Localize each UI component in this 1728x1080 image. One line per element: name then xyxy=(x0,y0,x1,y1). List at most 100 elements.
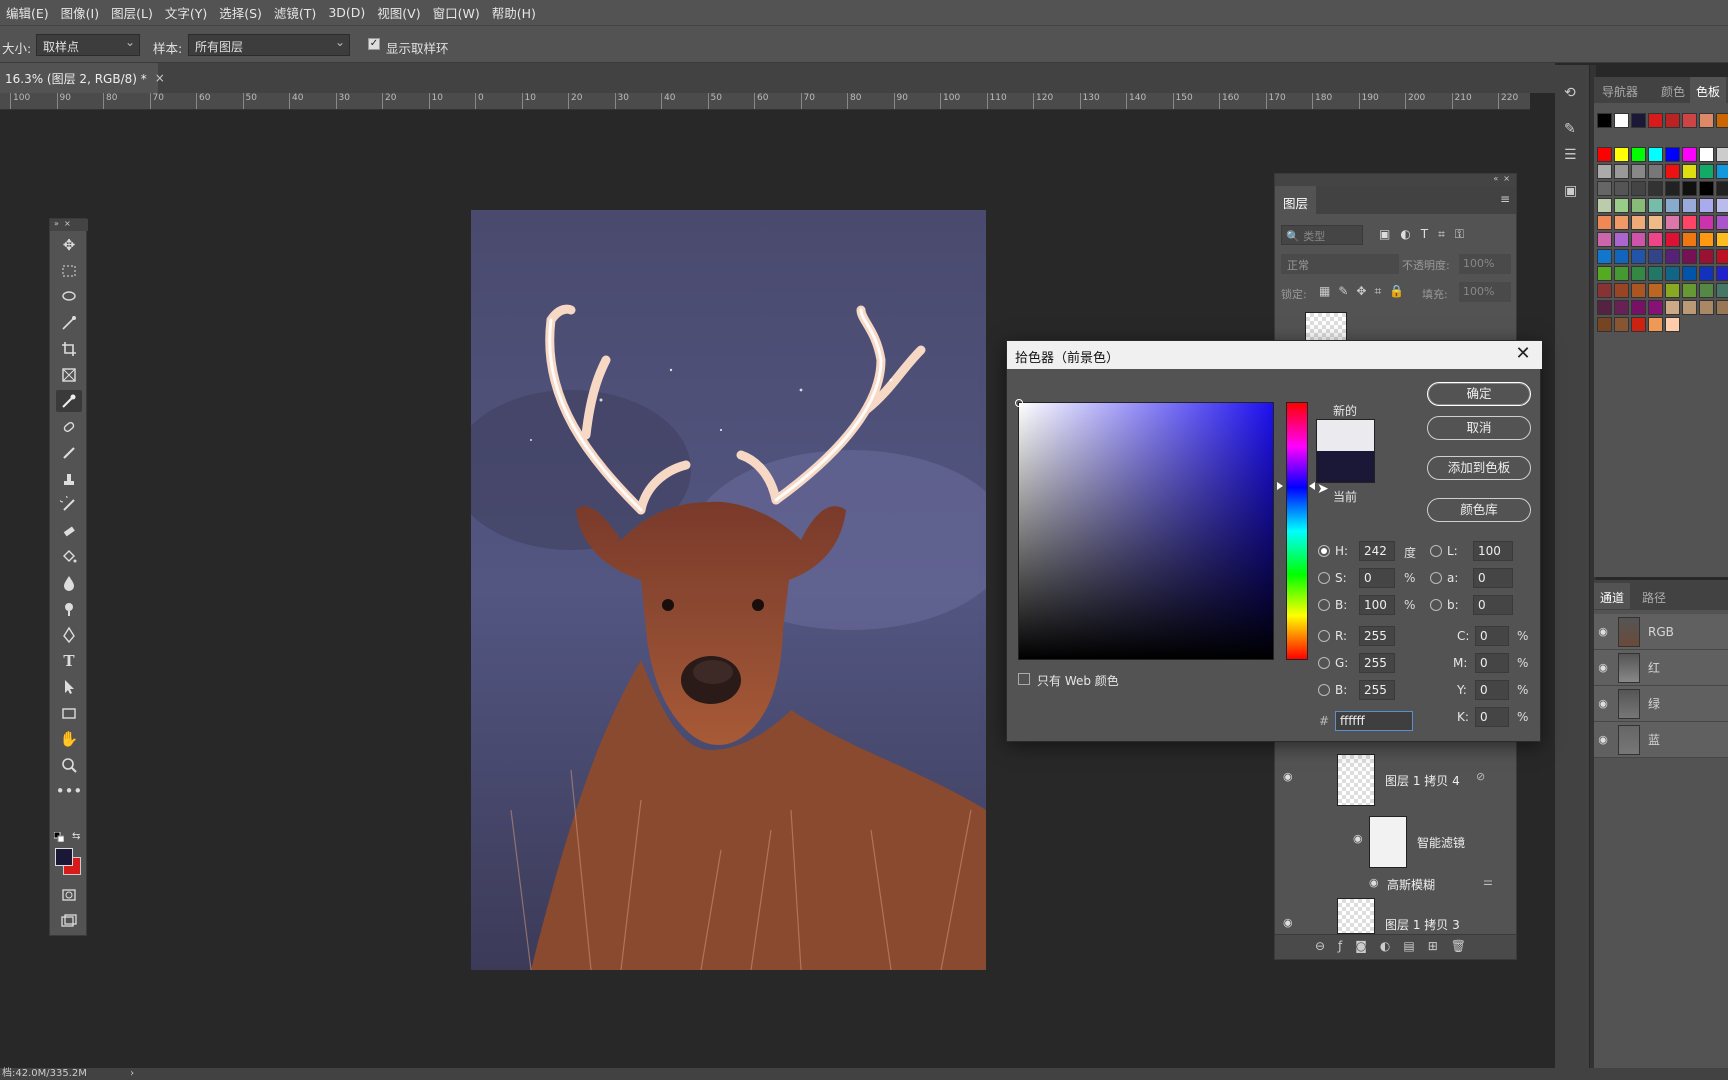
color-swatch[interactable] xyxy=(1665,164,1680,179)
layer-filter-select[interactable]: 🔍 类型 xyxy=(1281,225,1363,245)
cancel-button[interactable]: 取消 xyxy=(1427,416,1531,440)
color-swatch[interactable] xyxy=(1597,249,1612,264)
color-swatch[interactable] xyxy=(1631,317,1646,332)
history-icon[interactable]: ⟲ xyxy=(1564,85,1576,101)
tab-channels[interactable]: 通道 xyxy=(1594,583,1631,609)
move-tool-icon[interactable]: ✥ xyxy=(56,234,82,256)
color-swatch[interactable] xyxy=(1648,164,1663,179)
color-swatch[interactable] xyxy=(1597,181,1612,196)
color-swatch[interactable] xyxy=(1597,113,1612,128)
layers-panel-header[interactable]: « × xyxy=(1275,174,1516,186)
filter-row[interactable]: ◉ 高斯模糊 ⚌ xyxy=(1275,872,1505,894)
type-tool-icon[interactable]: T xyxy=(56,650,82,672)
smart-filter-row[interactable]: ◉ 智能滤镜 xyxy=(1275,812,1505,872)
paint-bucket-tool-icon[interactable] xyxy=(56,546,82,568)
blend-mode-select[interactable]: 正常 xyxy=(1281,254,1399,274)
color-swatch[interactable] xyxy=(1716,249,1728,264)
color-swatch[interactable] xyxy=(1682,266,1697,281)
zoom-tool-icon[interactable] xyxy=(56,754,82,776)
color-swatch[interactable] xyxy=(1665,181,1680,196)
layer-actions-bar[interactable]: ⊖ƒ◙◐▤⊞🗑 xyxy=(1275,934,1516,959)
color-swatch[interactable] xyxy=(1699,215,1714,230)
color-swatch[interactable] xyxy=(1699,300,1714,315)
dialog-title-bar[interactable]: 拾色器（前景色） xyxy=(1007,341,1542,369)
a-field[interactable]: 0 xyxy=(1473,568,1513,588)
channel-row-red[interactable]: ◉ 红 xyxy=(1594,650,1728,686)
color-swatch[interactable] xyxy=(1597,300,1612,315)
lasso-tool-icon[interactable] xyxy=(56,286,82,308)
lab-b-radio[interactable] xyxy=(1430,599,1442,611)
menu-image[interactable]: 图像(I) xyxy=(55,3,105,22)
color-swatch[interactable] xyxy=(1614,232,1629,247)
color-swatch[interactable] xyxy=(1716,232,1728,247)
color-swatch[interactable] xyxy=(1716,164,1728,179)
color-swatch[interactable] xyxy=(1648,283,1663,298)
saturation-brightness-field[interactable] xyxy=(1015,399,1274,660)
properties-icon[interactable]: ▣ xyxy=(1564,183,1577,199)
color-swatch[interactable] xyxy=(1699,181,1714,196)
color-swatch[interactable] xyxy=(1699,164,1714,179)
color-swatch[interactable] xyxy=(1614,147,1629,162)
a-radio[interactable] xyxy=(1430,572,1442,584)
color-swatch[interactable] xyxy=(1631,266,1646,281)
color-swatch[interactable] xyxy=(1665,215,1680,230)
color-swatch[interactable] xyxy=(1716,147,1728,162)
color-swatch[interactable] xyxy=(1631,147,1646,162)
healing-brush-tool-icon[interactable] xyxy=(56,416,82,438)
color-swatch[interactable] xyxy=(1597,215,1612,230)
web-colors-checkbox[interactable] xyxy=(1018,673,1030,685)
color-swatch[interactable] xyxy=(1716,215,1728,230)
h-radio[interactable] xyxy=(1318,545,1330,557)
color-swatch[interactable] xyxy=(1631,232,1646,247)
color-swatch[interactable] xyxy=(1631,198,1646,213)
color-swatch[interactable] xyxy=(1631,300,1646,315)
color-swatch[interactable] xyxy=(1716,181,1728,196)
eye-icon[interactable]: ◉ xyxy=(1283,916,1293,929)
menu-layer[interactable]: 图层(L) xyxy=(105,3,159,22)
channel-row-green[interactable]: ◉ 绿 xyxy=(1594,686,1728,722)
eye-icon[interactable]: ◉ xyxy=(1283,770,1293,783)
eye-icon[interactable]: ◉ xyxy=(1594,625,1612,638)
frame-tool-icon[interactable] xyxy=(56,364,82,386)
pen-tool-icon[interactable] xyxy=(56,624,82,646)
color-swatch[interactable] xyxy=(1699,198,1714,213)
color-swatch[interactable] xyxy=(1614,181,1629,196)
quick-mask-icon[interactable] xyxy=(56,884,82,906)
color-swatch[interactable] xyxy=(1597,266,1612,281)
color-swatch[interactable] xyxy=(1648,249,1663,264)
color-swatch[interactable] xyxy=(1614,215,1629,230)
green-field[interactable]: 255 xyxy=(1359,653,1395,673)
menu-3d[interactable]: 3D(D) xyxy=(322,5,371,20)
color-swatch[interactable] xyxy=(1665,113,1680,128)
hue-slider-right-arrow[interactable] xyxy=(1309,482,1315,490)
color-swatch[interactable] xyxy=(1597,232,1612,247)
color-swatch[interactable] xyxy=(1631,113,1646,128)
eye-icon[interactable]: ◉ xyxy=(1369,876,1379,889)
tab-paths[interactable]: 路径 xyxy=(1636,583,1672,609)
color-swatch[interactable] xyxy=(1716,300,1728,315)
fill-field[interactable]: 100% xyxy=(1459,282,1511,302)
color-swatch[interactable] xyxy=(1699,249,1714,264)
sample-size-select[interactable]: 取样点 xyxy=(36,34,140,56)
color-swatch[interactable] xyxy=(1699,113,1714,128)
tab-layers[interactable]: 图层 xyxy=(1275,186,1317,214)
color-swatch[interactable] xyxy=(1682,181,1697,196)
color-swatch[interactable] xyxy=(1648,147,1663,162)
history-brush-tool-icon[interactable] xyxy=(56,494,82,516)
eye-icon[interactable]: ◉ xyxy=(1353,832,1363,845)
color-swatch[interactable] xyxy=(1631,283,1646,298)
color-swatch[interactable] xyxy=(1682,215,1697,230)
path-selection-tool-icon[interactable] xyxy=(56,676,82,698)
yellow-field[interactable]: 0 xyxy=(1475,680,1509,700)
saturation-field[interactable]: 0 xyxy=(1359,568,1395,588)
tab-swatches[interactable]: 色板 xyxy=(1690,77,1727,103)
eye-icon[interactable]: ◉ xyxy=(1594,697,1612,710)
lightness-field[interactable]: 100 xyxy=(1473,541,1513,561)
color-swatch[interactable] xyxy=(1665,147,1680,162)
document-tab-close[interactable]: × xyxy=(155,71,165,85)
color-swatch[interactable] xyxy=(1665,317,1680,332)
tab-navigator[interactable]: 导航器 xyxy=(1596,77,1644,103)
color-swatch[interactable] xyxy=(1614,113,1629,128)
magenta-field[interactable]: 0 xyxy=(1475,653,1509,673)
channel-row-blue[interactable]: ◉ 蓝 xyxy=(1594,722,1728,758)
